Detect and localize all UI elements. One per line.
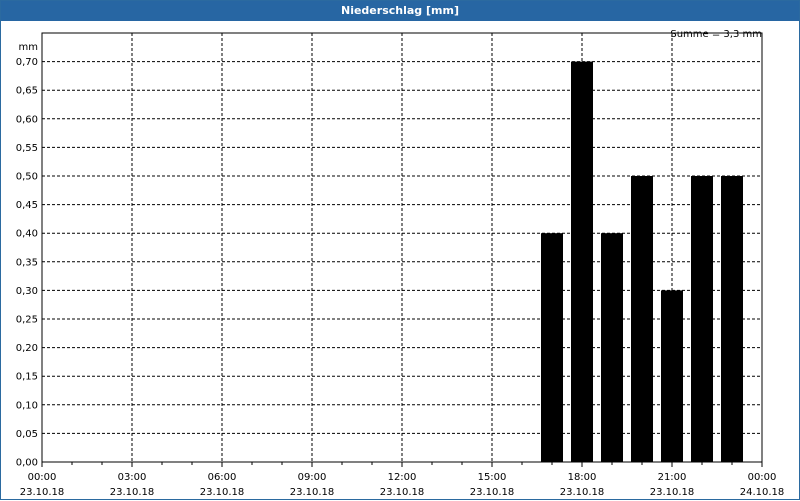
bar: [631, 176, 653, 462]
x-tick-date: 23.10.18: [380, 487, 425, 498]
y-tick-label: 0,65: [16, 86, 38, 97]
y-tick-label: 0,15: [16, 372, 38, 383]
sum-annotation: Summe = 3,3 mm: [670, 29, 762, 40]
plot-area-border: [41, 32, 763, 463]
bar: [601, 233, 623, 462]
chart-bars: [541, 61, 743, 462]
y-tick-label: 0,50: [16, 172, 38, 183]
x-tick-time: 12:00: [388, 472, 417, 483]
y-axis-unit-label: mm: [19, 42, 38, 53]
precipitation-chart: 0,00 0,05 0,10 0,15 0,20 0,25 0,30 0,35 0,40 0,45…: [16, 29, 785, 498]
x-tick-date: 24.10.18: [740, 487, 785, 498]
y-tick-label: 0,10: [16, 400, 38, 411]
x-tick-date: 23.10.18: [110, 487, 155, 498]
x-tick-time: 21:00: [658, 472, 687, 483]
x-tick-date: 23.10.18: [200, 487, 245, 498]
chart-grid: [42, 33, 762, 462]
x-tick-time: 18:00: [568, 472, 597, 483]
y-tick-label: 0,25: [16, 315, 38, 326]
y-tick-label: 0,55: [16, 143, 38, 154]
y-tick-label: 0,35: [16, 257, 38, 268]
y-tick-label: 0,30: [16, 286, 38, 297]
x-tick-date: 23.10.18: [290, 487, 335, 498]
y-tick-label: 0,60: [16, 114, 38, 125]
x-tick-time: 00:00: [28, 472, 57, 483]
bar: [721, 176, 743, 462]
x-tick-date: 23.10.18: [20, 487, 65, 498]
y-tick-label: 0,05: [16, 429, 38, 440]
y-tick-label: 0,45: [16, 200, 38, 211]
y-tick-label: 0,20: [16, 343, 38, 354]
bar: [541, 233, 563, 462]
y-tick-label: 0,00: [16, 458, 38, 469]
x-tick-date: 23.10.18: [650, 487, 695, 498]
chart-window: Niederschlag [mm] 0,00 0,05 0,10 0,15 0,20 0,…: [0, 0, 800, 500]
x-tick-time: 06:00: [208, 472, 237, 483]
x-tick-time: 03:00: [118, 472, 147, 483]
x-tick-time: 09:00: [298, 472, 327, 483]
x-tick-date: 23.10.18: [560, 487, 605, 498]
x-tick-date: 23.10.18: [470, 487, 515, 498]
bar: [571, 61, 593, 462]
y-tick-label: 0,70: [16, 57, 38, 68]
bar: [691, 176, 713, 462]
x-tick-time: 00:00: [748, 472, 777, 483]
x-tick-time: 15:00: [478, 472, 507, 483]
bar: [661, 290, 683, 462]
y-tick-label: 0,40: [16, 229, 38, 240]
